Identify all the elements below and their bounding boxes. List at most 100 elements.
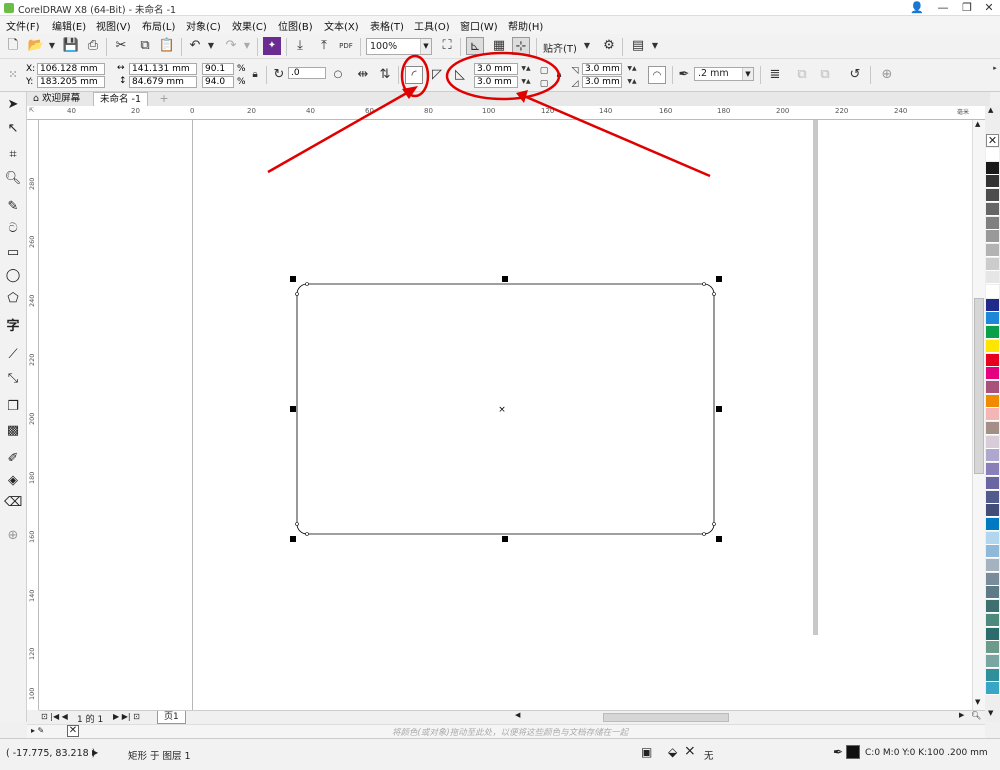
undo-dropdown-icon[interactable]: ▼ <box>202 37 220 55</box>
page-nav-next-icon[interactable]: ▶ ▶| ⊡ <box>113 712 140 721</box>
page-tab[interactable]: 页1 <box>157 711 186 724</box>
doc-palette-arrow-icon[interactable]: ▸ ✎ <box>31 726 44 735</box>
zoom-tool-icon[interactable]: 🔍︎ <box>4 170 22 188</box>
to-back-icon[interactable]: ⧉ <box>816 66 834 84</box>
copy-icon[interactable]: ⧉ <box>136 37 154 55</box>
color-swatch[interactable] <box>986 161 999 175</box>
color-swatch[interactable] <box>986 490 999 504</box>
selection-handle-top-right[interactable] <box>716 276 722 282</box>
selection-handle-bottom-left[interactable] <box>290 536 296 542</box>
full-screen-icon[interactable]: ⛶ <box>438 37 456 55</box>
new-document-icon[interactable]: 🗋 <box>4 37 22 55</box>
no-color-swatch[interactable]: ✕ <box>986 134 999 147</box>
menu-window[interactable]: 窗口(W) <box>460 18 498 33</box>
text-tool-icon[interactable]: 字 <box>4 318 22 336</box>
color-swatch[interactable] <box>986 476 999 490</box>
scale-y-field[interactable]: 94.0 <box>202 76 234 88</box>
selection-handle-bottom-right[interactable] <box>716 536 722 542</box>
color-swatch[interactable] <box>986 257 999 271</box>
width-field[interactable]: 141.131 mm <box>129 63 197 75</box>
text-wrap-icon[interactable]: ≣ <box>766 66 784 84</box>
fill-bucket-icon[interactable]: ⬙ <box>668 745 677 759</box>
color-swatch[interactable] <box>986 531 999 545</box>
paste-icon[interactable]: 📋 <box>158 37 176 55</box>
crop-tool-icon[interactable]: ⌗ <box>4 146 22 164</box>
menu-file[interactable]: 文件(F) <box>6 18 40 33</box>
color-swatch[interactable] <box>986 298 999 312</box>
horizontal-ruler[interactable]: ⇱ 40 20 0 20 40 60 80 100 120 140 160 18… <box>27 106 990 120</box>
color-swatch[interactable] <box>986 353 999 367</box>
rounded-rectangle-object[interactable]: × <box>285 270 725 550</box>
search-content-icon[interactable]: ✦ <box>263 37 281 55</box>
vertical-ruler[interactable]: 280 260 240 220 200 180 160 140 120 100 <box>27 120 39 710</box>
rectangle-tool-icon[interactable]: ▭ <box>4 244 22 262</box>
color-swatch[interactable] <box>986 627 999 641</box>
color-swatch[interactable] <box>986 422 999 435</box>
color-swatch[interactable] <box>986 682 999 696</box>
color-swatch[interactable] <box>986 517 999 531</box>
color-swatch[interactable] <box>986 285 999 298</box>
menu-table[interactable]: 表格(T) <box>370 18 404 33</box>
transparency-tool-icon[interactable]: ▩ <box>4 422 22 440</box>
polygon-tool-icon[interactable]: ⬠ <box>4 290 22 308</box>
object-origin-icon[interactable]: ⁙ <box>4 66 22 84</box>
show-guidelines-icon[interactable]: ⊹ <box>512 37 530 55</box>
color-swatch[interactable] <box>986 504 999 518</box>
round-corner-icon[interactable]: ◜ <box>405 66 423 84</box>
eyedropper-tool-icon[interactable]: ✐ <box>4 450 22 468</box>
spin-up-down-icon[interactable]: ▼▲ <box>624 76 640 88</box>
rotation-icon[interactable]: ↻ <box>270 66 288 84</box>
outline-color-swatch[interactable] <box>846 745 860 759</box>
no-color-swatch-icon[interactable]: ✕ <box>67 725 79 737</box>
color-swatch[interactable] <box>986 641 999 655</box>
x-position-field[interactable]: 106.128 mm <box>37 63 105 75</box>
ellipse-tool-icon[interactable]: ◯ <box>4 267 22 285</box>
minimize-button[interactable]: — <box>932 0 954 16</box>
color-swatch[interactable] <box>986 559 999 572</box>
chamfered-corner-icon[interactable]: ◺ <box>451 66 469 84</box>
selection-handle-left[interactable] <box>290 406 296 412</box>
status-arrow-icon[interactable]: ▶ <box>92 748 98 757</box>
mirror-vertical-icon[interactable]: ⇅ <box>376 66 394 84</box>
palette-scroll-up-icon[interactable]: ▲ <box>988 106 993 114</box>
color-swatch[interactable] <box>986 586 999 600</box>
color-swatch[interactable] <box>986 148 999 161</box>
convert-to-curves-icon[interactable]: ↺ <box>846 66 864 84</box>
add-toolbar-icon[interactable]: ⊕ <box>878 66 896 84</box>
export-icon[interactable]: ⤒ <box>315 37 333 55</box>
color-swatch[interactable] <box>986 394 999 408</box>
spin-up-down-icon[interactable]: ▼▲ <box>518 76 534 88</box>
height-field[interactable]: 84.679 mm <box>129 76 197 88</box>
color-swatch[interactable] <box>986 613 999 627</box>
mirror-horizontal-icon[interactable]: ⇹ <box>354 66 372 84</box>
rotation-field[interactable]: .0 <box>288 67 326 79</box>
add-tool-icon[interactable]: ⊕ <box>4 527 22 545</box>
menu-edit[interactable]: 编辑(E) <box>52 18 86 33</box>
color-swatch[interactable] <box>986 202 999 216</box>
vertical-scroll-thumb[interactable] <box>974 298 984 474</box>
color-swatch[interactable] <box>986 326 999 340</box>
color-swatch[interactable] <box>986 339 999 353</box>
selection-handle-top[interactable] <box>502 276 508 282</box>
color-swatch[interactable] <box>986 435 999 449</box>
color-swatch[interactable] <box>986 449 999 463</box>
color-swatch[interactable] <box>986 243 999 257</box>
palette-scroll-down-icon[interactable]: ▼ <box>988 709 993 717</box>
snap-dropdown-icon[interactable]: ▼ <box>578 37 596 55</box>
menu-layout[interactable]: 布局(L) <box>142 18 175 33</box>
connector-tool-icon[interactable]: ⤡ <box>4 370 22 388</box>
application-launcher-icon[interactable]: ▤ <box>629 37 647 55</box>
zoom-icon[interactable]: 🔍︎ <box>971 711 981 720</box>
show-grid-icon[interactable]: ▦ <box>490 37 508 55</box>
import-icon[interactable]: ⤓ <box>291 37 309 55</box>
scroll-down-icon[interactable]: ▼ <box>975 698 980 706</box>
corner-radius-top-left-field[interactable]: 3.0 mm <box>474 63 518 75</box>
publish-pdf-icon[interactable]: PDF <box>337 37 355 55</box>
color-swatch[interactable] <box>986 545 999 559</box>
maximize-button[interactable]: ❐ <box>956 0 978 16</box>
corner-radius-bottom-right-field[interactable]: 3.0 mm <box>582 76 622 88</box>
selection-handle-bottom[interactable] <box>502 536 508 542</box>
menu-effects[interactable]: 效果(C) <box>232 18 267 33</box>
launcher-dropdown-icon[interactable]: ▼ <box>646 37 664 55</box>
scale-x-field[interactable]: 90.1 <box>202 63 234 75</box>
